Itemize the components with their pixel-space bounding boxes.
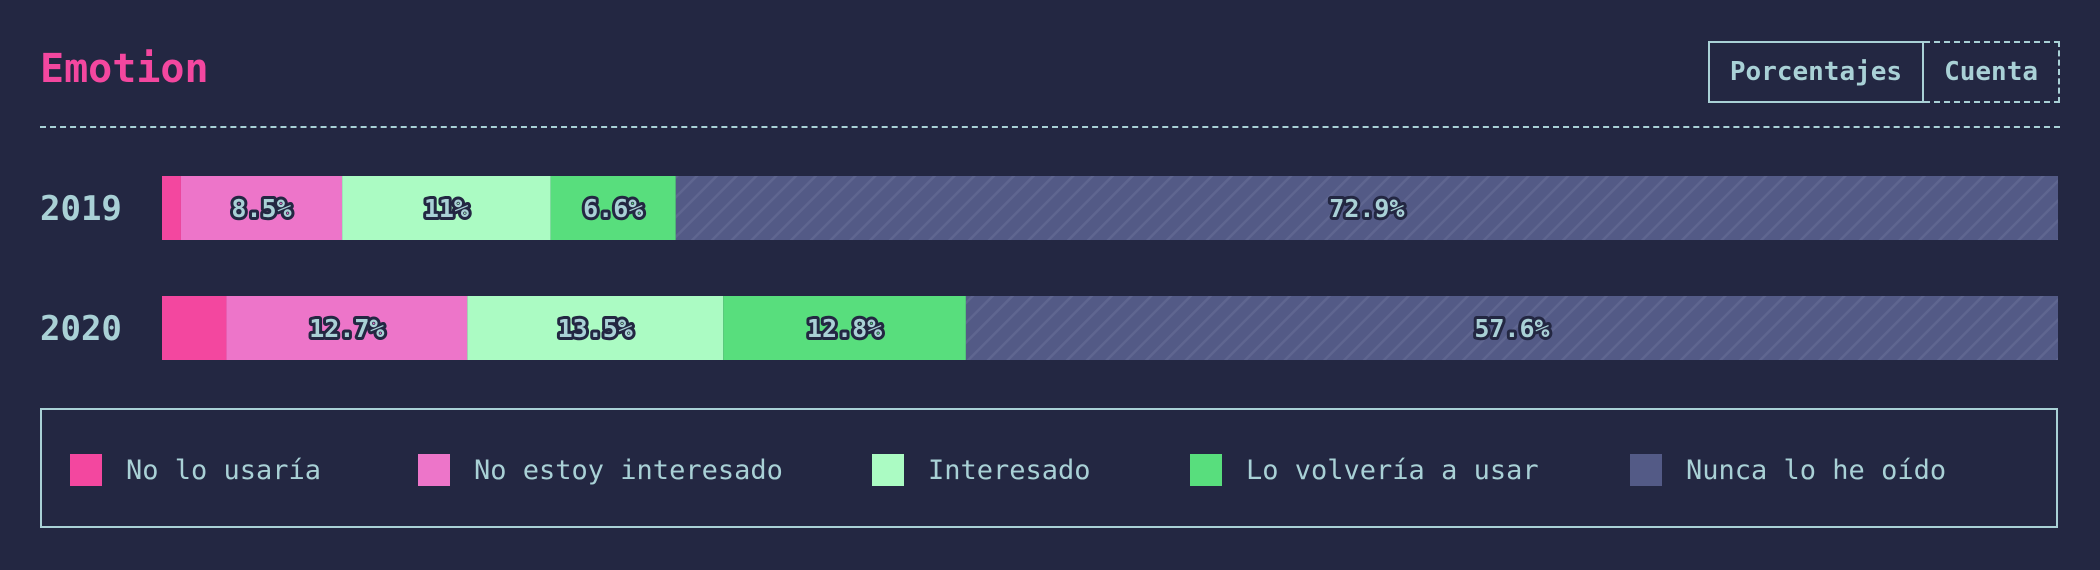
legend-item[interactable]: No lo usaría [70,454,321,486]
data-label-2020-1: 12.7% [309,314,384,343]
legend-item[interactable]: Nunca lo he oído [1630,454,1946,486]
bar-segment-2019-0[interactable] [162,176,181,240]
legend-label: Interesado [928,454,1091,486]
legend-label: No estoy interesado [474,454,783,486]
legend-item[interactable]: Interesado [872,454,1091,486]
legend-item[interactable]: Lo volvería a usar [1190,454,1539,486]
data-label-2019-3: 6.6% [583,194,643,223]
year-label-2020: 2020 [40,309,122,349]
legend-swatch [418,454,450,486]
legend-swatch [872,454,904,486]
legend-swatch [70,454,102,486]
data-label-2019-2: 11% [424,194,469,223]
data-label-2020-4: 57.6% [1474,314,1549,343]
data-label-2019-1: 8.5% [231,194,291,223]
legend-label: Nunca lo he oído [1686,454,1947,486]
legend-item[interactable]: No estoy interesado [418,454,783,486]
stacked-bar-chart: 2019 8.5% 11% 6.6% 72.9% 2020 12.7% 13.5% 12.8% 5… [40,176,2059,360]
data-label-2020-2: 13.5% [558,314,633,343]
legend-swatch [1190,454,1222,486]
chart-legend: No lo usaría No estoy interesado Interesad… [40,408,2058,528]
data-label-2020-3: 12.8% [807,314,882,343]
data-label-2019-4: 72.9% [1329,194,1404,223]
legend-label: No lo usaría [126,454,322,486]
year-label-2019: 2019 [40,189,122,229]
bar-segment-2020-0[interactable] [162,296,227,360]
legend-label: Lo volvería a usar [1246,454,1539,486]
legend-swatch [1630,454,1662,486]
